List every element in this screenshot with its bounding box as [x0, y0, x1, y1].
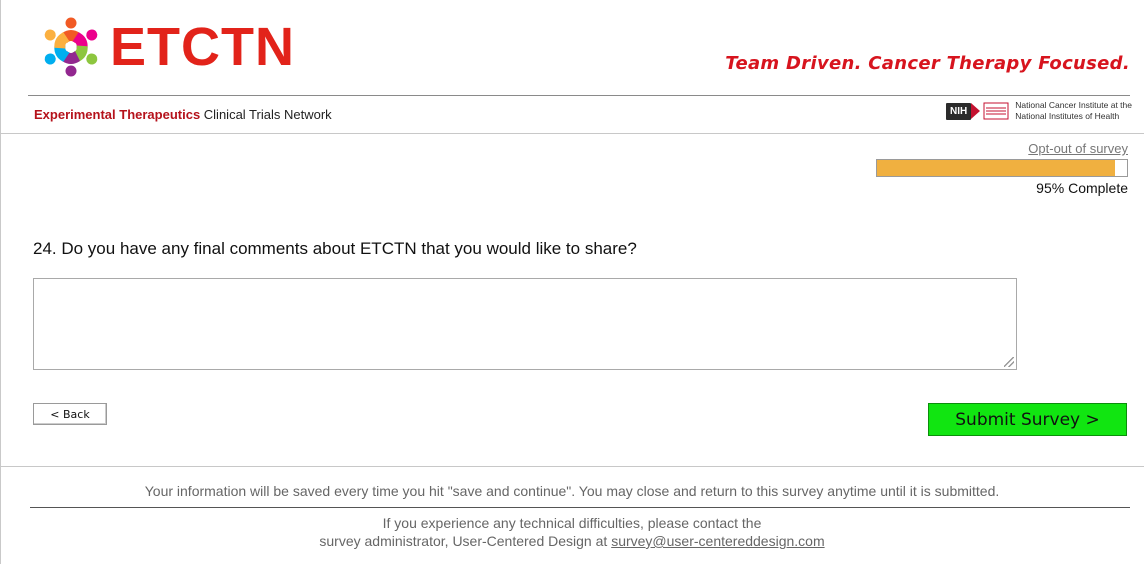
- nci-caption-line-2: National Institutes of Health: [1015, 111, 1120, 121]
- nih-arrow-icon: NIH: [946, 102, 981, 120]
- contact-email-link[interactable]: survey@user-centereddesign.com: [611, 533, 824, 549]
- back-button[interactable]: < Back: [33, 403, 107, 425]
- comments-textarea[interactable]: [33, 278, 1017, 370]
- question-text: 24. Do you have any final comments about…: [33, 239, 637, 258]
- header-divider: [28, 95, 1130, 96]
- left-border: [0, 0, 1, 564]
- survey-page: ETCTN Team Driven. Cancer Therapy Focuse…: [0, 0, 1144, 564]
- contact-line-2: survey administrator, User-Centered Desi…: [0, 532, 1144, 550]
- tagline: Team Driven. Cancer Therapy Focused.: [725, 53, 1130, 74]
- contact-line-2-text: survey administrator, User-Centered Desi…: [319, 533, 612, 549]
- logo-wordmark: ETCTN: [110, 17, 295, 77]
- network-name-bold: Experimental Therapeutics: [34, 107, 201, 122]
- network-name-rest: Clinical Trials Network: [200, 107, 332, 122]
- network-name: Experimental Therapeutics Clinical Trial…: [34, 107, 332, 122]
- contact-line-1: If you experience any technical difficul…: [382, 515, 762, 531]
- nci-caption: National Cancer Institute at the Nationa…: [1015, 100, 1132, 122]
- contact-info: If you experience any technical difficul…: [0, 514, 1144, 550]
- content-divider: [0, 466, 1144, 467]
- submit-survey-button[interactable]: Submit Survey >: [928, 403, 1127, 436]
- header-bottom-rule: [0, 133, 1144, 134]
- footer-divider: [30, 507, 1130, 508]
- resize-grip-icon[interactable]: [1004, 357, 1014, 367]
- people-ring-icon: [44, 17, 98, 77]
- progress-bar-fill: [877, 160, 1115, 176]
- nci-emblem-icon: [983, 102, 1009, 120]
- progress-label: 95% Complete: [1036, 180, 1128, 196]
- save-notice: Your information will be saved every tim…: [144, 483, 1000, 499]
- nci-nih-logo: NIH National Cancer Institute at the Nat…: [946, 100, 1132, 122]
- opt-out-link[interactable]: Opt-out of survey: [1028, 141, 1128, 156]
- nci-caption-line-1: National Cancer Institute at the: [1015, 100, 1132, 110]
- progress-bar: [876, 159, 1128, 177]
- etctn-logo: ETCTN: [38, 6, 295, 88]
